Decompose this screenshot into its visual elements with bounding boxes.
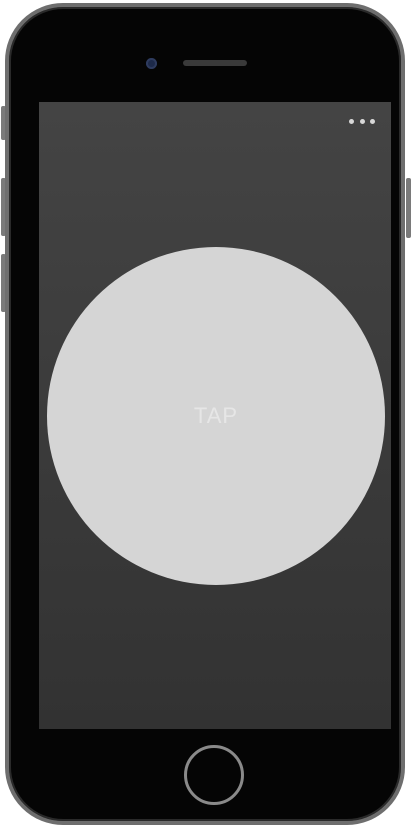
earpiece-speaker [183,60,247,66]
tap-button-label: TAP [193,403,239,428]
more-dot [349,118,354,124]
more-dot [359,118,365,124]
front-camera [146,58,157,69]
more-options-icon[interactable] [349,116,375,126]
more-dot [370,118,375,124]
app-screen: TAP [39,102,391,729]
home-button[interactable] [184,745,244,805]
tap-button[interactable]: TAP [47,247,385,585]
power-button [406,178,411,238]
phone-frame: TAP [5,3,405,825]
